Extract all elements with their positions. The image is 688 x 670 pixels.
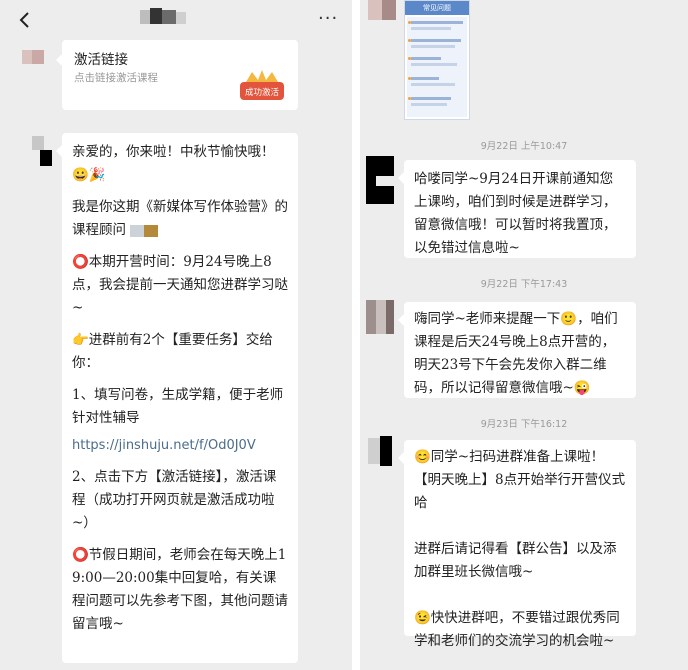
message-text: 哈喽同学~9月24日开课前通知您上课哟，咱们到时候是进群学习，留意微信哦！可以暂… — [414, 171, 617, 256]
redacted-name — [144, 224, 159, 237]
faq-image-thumbnail[interactable]: 常见问题 — [404, 0, 470, 120]
avatar[interactable] — [366, 300, 396, 336]
left-chat-pane: ··· 激活链接 点击链接激活课程 成功激活 亲爱的，你来啦！中秋节愉快哦！😀🎉… — [0, 0, 352, 670]
success-badge-icon: 成功激活 — [240, 70, 284, 100]
message-bubble[interactable]: 亲爱的，你来啦！中秋节愉快哦！😀🎉 我是你这期《新媒体写作体验营》的课程顾问 ⭕… — [56, 133, 298, 663]
message-timestamp: 9月23日 下午16:12 — [480, 419, 568, 430]
avatar[interactable] — [366, 156, 400, 206]
avatar[interactable] — [18, 46, 52, 70]
link-card-title: 激活链接 — [74, 52, 128, 68]
right-chat-pane: 常见问题 9月22日 上午10:47 哈喽同学~9月24日开课前通知您上课哟，咱… — [360, 0, 688, 670]
chevron-left-icon[interactable] — [18, 12, 32, 28]
faq-image-body — [407, 17, 467, 117]
message-bubble[interactable]: 嗨同学~老师来提醒一下🙂，咱们课程是后天24号晚上8点开营的，明天23号下午会先… — [398, 302, 636, 398]
message-paragraph: 👉进群前有2个【重要任务】交给你： — [72, 332, 273, 371]
questionnaire-link[interactable]: https://jinshuju.net/f/Od0J0V — [72, 438, 256, 453]
message-paragraph: 1、填写问卷，生成学籍，便于老师针对性辅导 — [72, 387, 284, 426]
faq-image-title: 常见问题 — [405, 1, 469, 15]
message-text: 😊同学~扫码进群准备上课啦！【明天晚上】8点开始举行开营仪式哈 进群后请记得看【… — [414, 449, 626, 649]
avatar[interactable] — [30, 134, 58, 168]
avatar[interactable] — [368, 436, 398, 466]
message-paragraph: ⭕节假日期间，老师会在每天晚上19:00—20:00集中回复哈，有关课程问题可以… — [72, 547, 288, 632]
more-options-icon[interactable]: ··· — [318, 8, 338, 29]
link-card-description: 点击链接激活课程 — [74, 72, 158, 84]
message-timestamp: 9月22日 下午17:43 — [480, 279, 568, 290]
message-paragraph: 亲爱的，你来啦！中秋节愉快哦！😀🎉 — [72, 144, 275, 183]
message-bubble[interactable]: 哈喽同学~9月24日开课前通知您上课哟，咱们到时候是进群学习，留意微信哦！可以暂… — [398, 160, 636, 258]
link-card[interactable]: 激活链接 点击链接激活课程 成功激活 — [56, 40, 298, 110]
message-timestamp: 9月22日 上午10:47 — [480, 141, 568, 152]
message-paragraph: 我是你这期《新媒体写作体验营》的课程顾问 — [72, 196, 288, 242]
message-bubble[interactable]: 😊同学~扫码进群准备上课啦！【明天晚上】8点开始举行开营仪式哈 进群后请记得看【… — [398, 440, 636, 649]
redacted-name — [130, 224, 145, 237]
chat-title-redacted — [140, 8, 186, 26]
message-paragraph: 2、点击下方【激活链接】，激活课程（成功打开网页就是激活成功啦~） — [72, 469, 277, 531]
chat-top-bar: ··· — [0, 0, 352, 40]
message-paragraph: ⭕本期开营时间：9月24号晚上8点，我会提前一天通知您进群学习哒~ — [72, 254, 288, 316]
message-text: 嗨同学~老师来提醒一下🙂，咱们课程是后天24号晚上8点开营的，明天23号下午会先… — [414, 311, 618, 396]
success-badge-label: 成功激活 — [245, 87, 280, 98]
message-text: 我是你这期《新媒体写作体验营》的课程顾问 — [72, 199, 288, 238]
avatar[interactable] — [368, 0, 398, 22]
